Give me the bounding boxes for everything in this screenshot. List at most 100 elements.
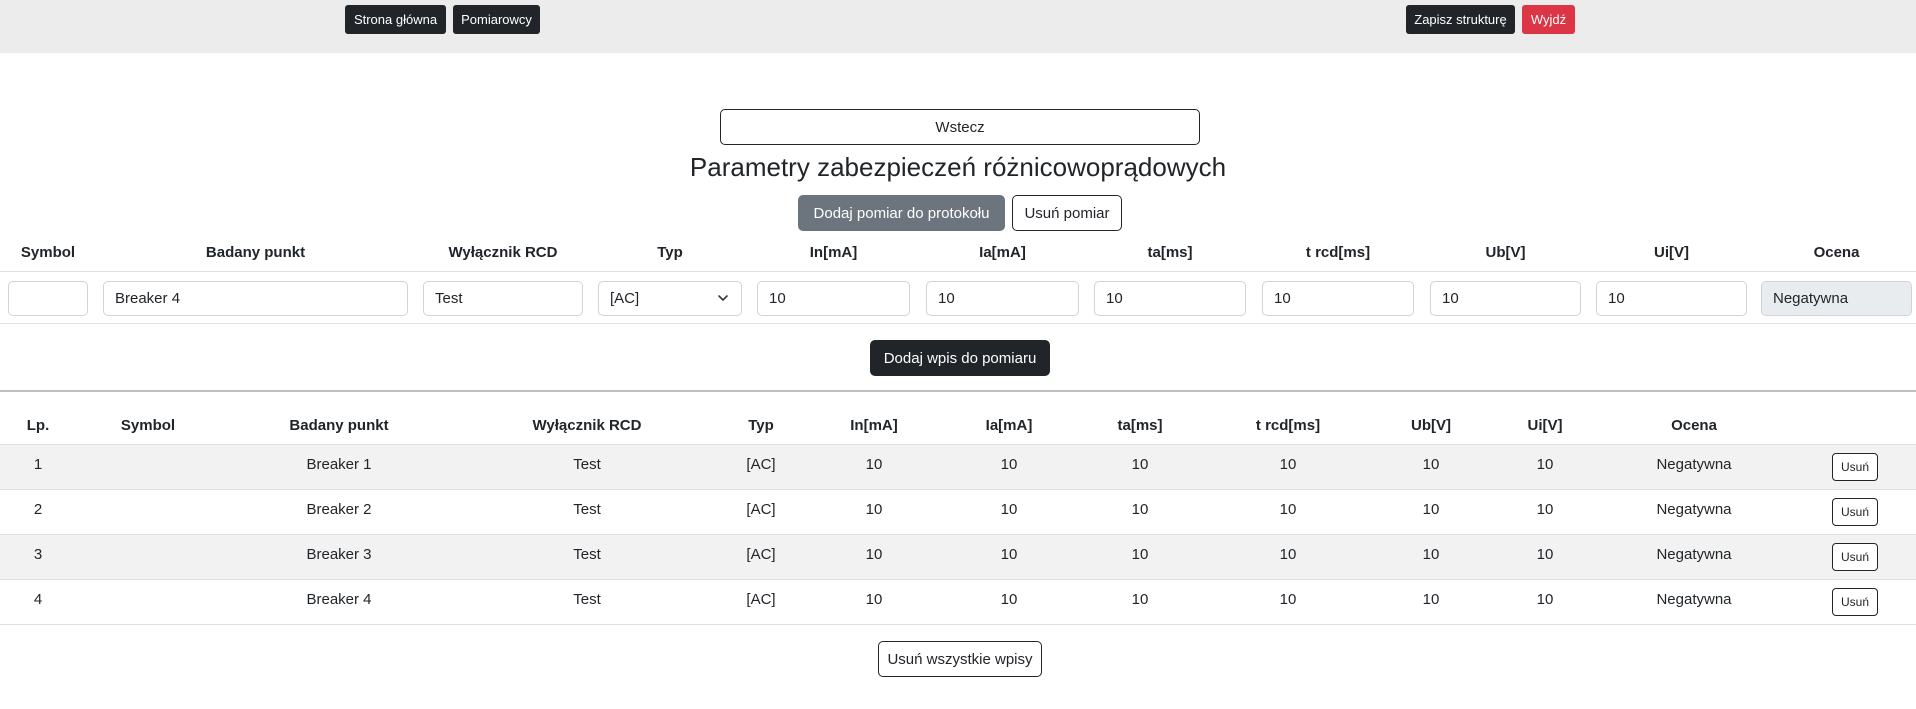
rating-field: Negatywna bbox=[1761, 281, 1912, 316]
point-input[interactable]: Breaker 4 bbox=[103, 281, 408, 316]
measurers-button[interactable]: Pomiarowcy bbox=[453, 5, 540, 34]
table-header-type: Typ bbox=[748, 417, 774, 434]
divider bbox=[0, 624, 1916, 625]
cell-ia: 10 bbox=[1000, 546, 1018, 563]
cell-ub: 10 bbox=[1422, 591, 1440, 608]
cell-type: [AC] bbox=[746, 546, 776, 563]
cell-ia: 10 bbox=[1000, 501, 1018, 518]
table-header-rating: Ocena bbox=[1671, 417, 1717, 434]
cell-rcd: Test bbox=[573, 501, 601, 518]
form-header-ui: Ui[V] bbox=[1654, 244, 1689, 261]
table-row bbox=[0, 580, 1916, 625]
cell-trcd: 10 bbox=[1279, 501, 1297, 518]
form-header-ta: ta[ms] bbox=[1147, 244, 1193, 261]
chevron-down-icon bbox=[718, 295, 728, 301]
cell-ui: 10 bbox=[1536, 591, 1554, 608]
cell-trcd: 10 bbox=[1279, 591, 1297, 608]
form-header-rcd: Wyłącznik RCD bbox=[448, 244, 558, 261]
home-button[interactable]: Strona główna bbox=[345, 5, 446, 34]
table-header-point: Badany punkt bbox=[289, 417, 389, 434]
type-select[interactable]: [AC] bbox=[598, 281, 742, 316]
table-header-ui: Ui[V] bbox=[1527, 417, 1563, 434]
table-row bbox=[0, 490, 1916, 535]
cell-ia: 10 bbox=[1000, 456, 1018, 473]
divider bbox=[0, 390, 1916, 392]
cell-ub: 10 bbox=[1422, 456, 1440, 473]
top-navbar: Strona główna Pomiarowcy Zapisz struktur… bbox=[0, 0, 1916, 53]
delete-row-button[interactable]: Usuń bbox=[1832, 543, 1878, 571]
cell-ub: 10 bbox=[1422, 501, 1440, 518]
cell-rating: Negatywna bbox=[1656, 501, 1732, 518]
cell-point: Breaker 2 bbox=[306, 501, 372, 518]
divider bbox=[0, 323, 1916, 324]
cell-rating: Negatywna bbox=[1656, 591, 1732, 608]
cell-ui: 10 bbox=[1536, 501, 1554, 518]
cell-ia: 10 bbox=[1000, 591, 1018, 608]
form-header-in: In[mA] bbox=[809, 244, 858, 261]
table-header-lp: Lp. bbox=[26, 417, 50, 434]
save-structure-button[interactable]: Zapisz strukturę bbox=[1406, 5, 1515, 34]
cell-ta: 10 bbox=[1131, 501, 1149, 518]
ta-input[interactable]: 10 bbox=[1094, 281, 1246, 316]
cell-rcd: Test bbox=[573, 591, 601, 608]
table-header-rcd: Wyłącznik RCD bbox=[532, 417, 642, 434]
table-header-ub: Ub[V] bbox=[1411, 417, 1451, 434]
form-header-ia: Ia[mA] bbox=[979, 244, 1026, 261]
cell-point: Breaker 1 bbox=[306, 456, 372, 473]
table-header-trcd: t rcd[ms] bbox=[1255, 417, 1321, 434]
cell-type: [AC] bbox=[746, 456, 776, 473]
cell-trcd: 10 bbox=[1279, 456, 1297, 473]
in-input[interactable]: 10 bbox=[757, 281, 910, 316]
cell-ui: 10 bbox=[1536, 546, 1554, 563]
cell-lp: 3 bbox=[33, 546, 43, 563]
cell-rcd: Test bbox=[573, 546, 601, 563]
cell-lp: 4 bbox=[33, 591, 43, 608]
form-header-rating: Ocena bbox=[1813, 244, 1860, 261]
cell-lp: 2 bbox=[33, 501, 43, 518]
rcd-input[interactable]: Test bbox=[423, 281, 583, 316]
cell-in: 10 bbox=[865, 456, 883, 473]
cell-point: Breaker 4 bbox=[306, 591, 372, 608]
remove-measurement-button[interactable]: Usuń pomiar bbox=[1012, 195, 1122, 231]
cell-ta: 10 bbox=[1131, 456, 1149, 473]
cell-type: [AC] bbox=[746, 591, 776, 608]
table-header-symbol: Symbol bbox=[120, 417, 176, 434]
trcd-input[interactable]: 10 bbox=[1262, 281, 1414, 316]
form-header-type: Typ bbox=[657, 244, 683, 261]
delete-row-button[interactable]: Usuń bbox=[1832, 588, 1878, 616]
delete-row-button[interactable]: Usuń bbox=[1832, 453, 1878, 481]
cell-in: 10 bbox=[865, 501, 883, 518]
table-header-ta: ta[ms] bbox=[1117, 417, 1163, 434]
cell-ta: 10 bbox=[1131, 591, 1149, 608]
cell-type: [AC] bbox=[746, 501, 776, 518]
ub-input[interactable]: 10 bbox=[1430, 281, 1581, 316]
logout-button[interactable]: Wyjdź bbox=[1522, 5, 1575, 34]
cell-lp: 1 bbox=[33, 456, 43, 473]
back-button[interactable]: Wstecz bbox=[720, 109, 1200, 145]
ui-input[interactable]: 10 bbox=[1596, 281, 1747, 316]
table-header-in: In[mA] bbox=[850, 417, 898, 434]
divider bbox=[0, 271, 1916, 272]
cell-ta: 10 bbox=[1131, 546, 1149, 563]
ia-input[interactable]: 10 bbox=[926, 281, 1079, 316]
cell-trcd: 10 bbox=[1279, 546, 1297, 563]
delete-row-button[interactable]: Usuń bbox=[1832, 498, 1878, 526]
symbol-input[interactable] bbox=[8, 281, 88, 316]
cell-in: 10 bbox=[865, 546, 883, 563]
form-header-ub: Ub[V] bbox=[1485, 244, 1526, 261]
cell-point: Breaker 3 bbox=[306, 546, 372, 563]
cell-ui: 10 bbox=[1536, 456, 1554, 473]
add-entry-button[interactable]: Dodaj wpis do pomiaru bbox=[870, 340, 1050, 376]
cell-ub: 10 bbox=[1422, 546, 1440, 563]
table-header-ia: Ia[mA] bbox=[985, 417, 1033, 434]
add-measurement-button[interactable]: Dodaj pomiar do protokołu bbox=[798, 195, 1005, 231]
remove-all-entries-button[interactable]: Usuń wszystkie wpisy bbox=[878, 641, 1042, 677]
page-title: Parametry zabezpieczeń różnicowoprądowyc… bbox=[689, 152, 1227, 182]
type-select-value: [AC] bbox=[610, 290, 640, 307]
cell-rating: Negatywna bbox=[1656, 546, 1732, 563]
table-row bbox=[0, 535, 1916, 580]
form-header-point: Badany punkt bbox=[205, 244, 306, 261]
cell-rating: Negatywna bbox=[1656, 456, 1732, 473]
form-header-symbol: Symbol bbox=[20, 244, 76, 261]
form-header-trcd: t rcd[ms] bbox=[1305, 244, 1371, 261]
